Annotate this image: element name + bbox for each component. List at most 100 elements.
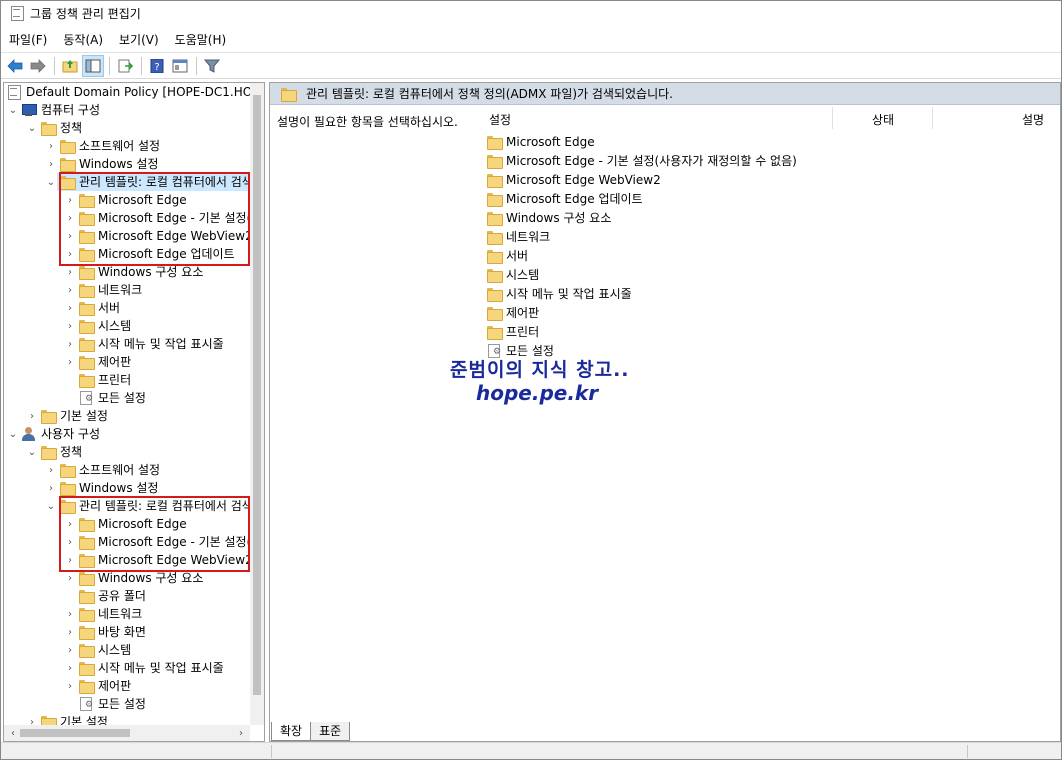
expand-arrow-icon[interactable]: › [45,479,57,497]
expand-arrow-icon[interactable]: › [64,659,76,677]
tree-item[interactable]: ⌄ 컴퓨터 구성 [7,101,100,119]
tree-item[interactable]: 프린터 [64,371,131,389]
tree-item-content[interactable]: Windows 설정 [57,155,158,173]
expand-arrow-icon[interactable]: › [64,335,76,353]
tree-item-content[interactable]: 제어판 [76,353,131,371]
tree-item-content[interactable]: 공유 폴더 [76,587,146,605]
tree-item-content[interactable]: 바탕 화면 [76,623,146,641]
tree-root[interactable]: Default Domain Policy [HOPE-DC1.HOPE.PE.… [4,83,250,101]
collapse-arrow-icon[interactable]: ⌄ [45,497,57,515]
expand-arrow-icon[interactable]: › [45,155,57,173]
tree-item[interactable]: › 서버 [64,299,120,317]
tree-item[interactable]: ⌄ 정책 [26,443,82,461]
tree-item-content[interactable]: 모든 설정 [76,695,146,713]
expand-arrow-icon[interactable]: › [64,299,76,317]
tree-item[interactable]: › 기본 설정 [26,407,108,425]
menu-action[interactable]: 동작(A) [55,31,111,48]
tree-item-content[interactable]: 기본 설정 [38,713,108,725]
tree-item[interactable]: 모든 설정 [64,695,146,713]
tree-item[interactable]: › 제어판 [64,677,131,695]
column-divider[interactable] [832,107,833,129]
expand-arrow-icon[interactable]: › [45,461,57,479]
help-icon[interactable]: ? [146,55,168,77]
expand-arrow-icon[interactable]: › [26,713,38,726]
list-item[interactable]: Microsoft Edge - 기본 설정(사용자가 재정의할 수 없음) [486,151,797,170]
collapse-arrow-icon[interactable]: ⌄ [7,101,19,119]
tree-item[interactable]: › 시스템 [64,317,131,335]
scrollbar-thumb[interactable] [20,729,130,737]
tree-item[interactable]: › Windows 설정 [45,155,158,173]
expand-arrow-icon[interactable]: › [64,353,76,371]
collapse-arrow-icon[interactable]: ⌄ [26,119,38,137]
tree-item[interactable]: › 소프트웨어 설정 [45,461,160,479]
tab-extended[interactable]: 확장 [271,722,312,741]
tree-item-content[interactable]: 컴퓨터 구성 [19,101,100,119]
expand-arrow-icon[interactable]: › [64,641,76,659]
tree-item-content[interactable]: 시작 메뉴 및 작업 표시줄 [76,659,224,677]
scrollbar-thumb[interactable] [253,95,261,695]
tree-item[interactable]: › 시작 메뉴 및 작업 표시줄 [64,659,224,677]
menu-view[interactable]: 보기(V) [111,31,167,48]
tree-item-content[interactable]: 시스템 [76,641,131,659]
tree-item-content[interactable]: 네트워크 [76,605,142,623]
list-item[interactable]: Microsoft Edge [486,132,595,151]
tree-vertical-scrollbar[interactable] [250,83,264,725]
filter-icon[interactable] [201,55,223,77]
tree-item-content[interactable]: 시작 메뉴 및 작업 표시줄 [76,335,224,353]
list-item[interactable]: 프린터 [486,322,539,341]
expand-arrow-icon[interactable]: › [64,677,76,695]
collapse-arrow-icon[interactable]: ⌄ [45,173,57,191]
list-item[interactable]: 시스템 [486,265,539,284]
list-item[interactable]: 제어판 [486,303,539,322]
tree-horizontal-scrollbar[interactable]: ‹ › [4,725,250,741]
column-header-state[interactable]: 상태 [872,109,894,131]
tree-item[interactable]: › 소프트웨어 설정 [45,137,160,155]
tree-item[interactable]: 모든 설정 [64,389,146,407]
tree-item[interactable]: › Windows 설정 [45,479,158,497]
tree-item-content[interactable]: 제어판 [76,677,131,695]
list-item[interactable]: 시작 메뉴 및 작업 표시줄 [486,284,632,303]
list-item[interactable]: Microsoft Edge WebView2 [486,170,661,189]
list-item[interactable]: Windows 구성 요소 [486,208,611,227]
tree-item-content[interactable]: 네트워크 [76,281,142,299]
tree-item[interactable]: › 시스템 [64,641,131,659]
tree-item-content[interactable]: 소프트웨어 설정 [57,461,160,479]
tree-item-content[interactable]: 정책 [38,443,82,461]
tab-standard[interactable]: 표준 [310,722,351,741]
tree-item-content[interactable]: 소프트웨어 설정 [57,137,160,155]
tree-item-content[interactable]: 프린터 [76,371,131,389]
column-header-comment[interactable]: 설명 [1022,109,1044,131]
list-item[interactable]: 서버 [486,246,528,265]
list-item[interactable]: 네트워크 [486,227,550,246]
expand-arrow-icon[interactable]: › [64,623,76,641]
tree-item-content[interactable]: Windows 설정 [57,479,158,497]
expand-arrow-icon[interactable]: › [64,605,76,623]
tree-item-content[interactable]: 시스템 [76,317,131,335]
column-divider[interactable] [932,107,933,129]
tree-item[interactable]: 공유 폴더 [64,587,146,605]
scroll-right-icon[interactable]: › [234,725,248,741]
tree-item[interactable]: › 바탕 화면 [64,623,146,641]
column-header-setting[interactable]: 설정 [489,109,511,131]
scroll-left-icon[interactable]: ‹ [6,725,20,741]
tree-item-content[interactable]: 기본 설정 [38,407,108,425]
back-arrow-icon[interactable] [4,55,26,77]
collapse-arrow-icon[interactable]: ⌄ [26,443,38,461]
expand-arrow-icon[interactable]: › [64,317,76,335]
tree-item[interactable]: › 제어판 [64,353,131,371]
tree-item-content[interactable]: 사용자 구성 [19,425,100,443]
tree-item-content[interactable]: 정책 [38,119,82,137]
tree-item[interactable]: ⌄ 사용자 구성 [7,425,100,443]
expand-arrow-icon[interactable]: › [45,137,57,155]
export-list-icon[interactable] [114,55,136,77]
tree-item-content[interactable]: 모든 설정 [76,389,146,407]
expand-arrow-icon[interactable]: › [26,407,38,425]
menu-file[interactable]: 파일(F) [1,31,55,48]
tree-item[interactable]: ⌄ 정책 [26,119,82,137]
tree-item[interactable]: › 네트워크 [64,605,142,623]
forward-arrow-icon[interactable] [27,55,49,77]
tree-item[interactable]: › 네트워크 [64,281,142,299]
list-item[interactable]: Microsoft Edge 업데이트 [486,189,643,208]
tree-item-content[interactable]: 서버 [76,299,120,317]
up-folder-icon[interactable] [59,55,81,77]
